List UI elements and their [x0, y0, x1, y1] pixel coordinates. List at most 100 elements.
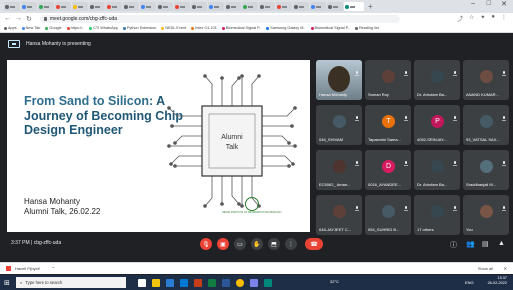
- bookmark-item[interactable]: Biomedical Signal P..: [310, 26, 350, 30]
- participant-tile[interactable]: D 0016_AYANDEE...: [365, 150, 411, 190]
- browser-tab[interactable]: [208, 2, 224, 11]
- avatar: [431, 205, 444, 218]
- participant-tile[interactable]: EC5062_ Aman...: [316, 150, 362, 190]
- close-icon[interactable]: ✕: [501, 0, 507, 8]
- browser-tab[interactable]: [21, 2, 37, 11]
- browser-tab[interactable]: [4, 2, 20, 11]
- browser-tab[interactable]: [89, 2, 105, 11]
- participant-tile[interactable]: ANAND KUMAR...: [463, 60, 509, 100]
- bookmark-favicon-icon: [310, 26, 314, 30]
- bookmark-item[interactable]: Biomedical Signal P..: [221, 26, 261, 30]
- participant-tile[interactable]: Suman Roy: [365, 60, 411, 100]
- app-icon[interactable]: [264, 278, 272, 287]
- show-all-link[interactable]: Show all: [478, 266, 493, 271]
- browser-tab[interactable]: [174, 2, 190, 11]
- extensions-icon[interactable]: ✦: [480, 14, 485, 23]
- mic-muted-icon: [404, 63, 408, 76]
- word-icon[interactable]: [222, 278, 230, 287]
- store-icon[interactable]: [180, 278, 188, 287]
- leave-call-icon[interactable]: ☎: [305, 238, 323, 250]
- maximize-icon[interactable]: □: [487, 0, 491, 7]
- browser-tab[interactable]: [310, 2, 326, 11]
- teams-icon[interactable]: [250, 278, 258, 287]
- people-icon[interactable]: 👥: [466, 240, 475, 248]
- bookmark-item[interactable]: Samsung Galaxy M..: [266, 26, 306, 30]
- participant-tile[interactable]: Dr. Arindam Ba...: [414, 150, 460, 190]
- edge-icon[interactable]: [166, 278, 174, 287]
- bookmark-item[interactable]: https://..: [66, 26, 84, 30]
- participant-tile[interactable]: T Tapasmini Sama...: [365, 105, 411, 145]
- participant-tile[interactable]: 054_SUHRID B...: [365, 195, 411, 235]
- download-close-icon[interactable]: ✕: [504, 266, 507, 271]
- chat-icon[interactable]: ▤: [482, 240, 489, 248]
- language-indicator[interactable]: ENG: [465, 280, 474, 285]
- bookmark-favicon-icon: [66, 26, 70, 30]
- browser-tab[interactable]: [276, 2, 292, 11]
- minimize-icon[interactable]: –: [471, 0, 475, 7]
- browser-tab[interactable]: [72, 2, 88, 11]
- star-icon[interactable]: ☆: [469, 14, 474, 23]
- task-view-icon[interactable]: [138, 278, 146, 287]
- download-file-name[interactable]: Hacell Fijhyclf: [15, 266, 40, 271]
- active-tab[interactable]: [344, 2, 364, 11]
- excel-icon[interactable]: [208, 278, 216, 287]
- chip-circuit-diagram: Alumni Talk: [167, 74, 297, 208]
- browser-tab[interactable]: [157, 2, 173, 11]
- taskbar-clock[interactable]: 15:37 26-02-2022: [488, 276, 507, 286]
- taskbar-search-input[interactable]: ⌕ Type here to search: [16, 277, 126, 288]
- chrome-icon[interactable]: [236, 278, 244, 287]
- bookmark-item[interactable]: Reading list: [354, 26, 379, 30]
- reload-icon[interactable]: ↻: [26, 15, 32, 23]
- bookmark-item[interactable]: NEDL Event: [161, 26, 186, 30]
- menu-icon[interactable]: ⋮: [501, 14, 507, 23]
- more-options-icon[interactable]: ⋮: [285, 238, 297, 250]
- avatar: T: [382, 115, 395, 128]
- participant-tile[interactable]: 048-JAYJEET C...: [316, 195, 362, 235]
- participant-tile[interactable]: 93_VATSAL SAX...: [463, 105, 509, 145]
- browser-tab[interactable]: [123, 2, 139, 11]
- bookmark-item[interactable]: Python Extension: [122, 26, 156, 30]
- bookmark-item[interactable]: Google: [45, 26, 62, 30]
- participant-tile[interactable]: Hansa Mohanty: [316, 60, 362, 100]
- activities-icon[interactable]: ▲: [498, 240, 505, 247]
- mic-off-icon[interactable]: 🎙: [200, 238, 212, 250]
- avatar: [431, 160, 444, 173]
- raise-hand-icon[interactable]: ✋: [251, 238, 263, 250]
- present-now-icon[interactable]: ⬒: [268, 238, 280, 250]
- participant-tile[interactable]: P 4052-SRINJAY...: [414, 105, 460, 145]
- profile-icon[interactable]: ●: [491, 14, 495, 23]
- windows-start-icon[interactable]: ⊞: [4, 279, 10, 287]
- file-explorer-icon[interactable]: [152, 278, 160, 287]
- participant-tile[interactable]: 17 others: [414, 195, 460, 235]
- browser-tab[interactable]: [259, 2, 275, 11]
- bookmark-item[interactable]: New Tab: [21, 26, 40, 30]
- new-tab-icon[interactable]: +: [368, 2, 373, 11]
- browser-tab[interactable]: [327, 2, 343, 11]
- info-icon[interactable]: ⓘ: [450, 240, 457, 250]
- share-icon[interactable]: ⤴: [457, 14, 463, 23]
- browser-tab[interactable]: [225, 2, 241, 11]
- forward-icon[interactable]: →: [15, 15, 22, 22]
- participant-tile[interactable]: Dr. Arindam Ba...: [414, 60, 460, 100]
- browser-tab[interactable]: [293, 2, 309, 11]
- participant-tile[interactable]: 046_SHIVAM: [316, 105, 362, 145]
- participant-tile[interactable]: You: [463, 195, 509, 235]
- browser-tab[interactable]: [38, 2, 54, 11]
- camera-off-icon[interactable]: ▣: [217, 238, 229, 250]
- browser-tab[interactable]: [55, 2, 71, 11]
- participant-tile[interactable]: Sraddhanjali M...: [463, 150, 509, 190]
- captions-icon[interactable]: ▭: [234, 238, 246, 250]
- browser-tab[interactable]: [191, 2, 207, 11]
- bookmark-item[interactable]: CTI WhatsApp: [89, 26, 118, 30]
- bookmark-item[interactable]: Intex C4-101: [191, 26, 217, 30]
- participant-name: You: [466, 227, 473, 232]
- bookmark-item[interactable]: Apps: [4, 26, 17, 30]
- browser-tab[interactable]: [140, 2, 156, 11]
- url-input[interactable]: meet.google.com/cbg-zffc-uda: [39, 14, 400, 23]
- back-icon[interactable]: ←: [4, 15, 11, 22]
- browser-tab[interactable]: [106, 2, 122, 11]
- bookmark-favicon-icon: [191, 26, 195, 30]
- browser-tab[interactable]: [242, 2, 258, 11]
- powerpoint-icon[interactable]: [194, 278, 202, 287]
- download-chevron-icon[interactable]: ⌃: [52, 266, 55, 271]
